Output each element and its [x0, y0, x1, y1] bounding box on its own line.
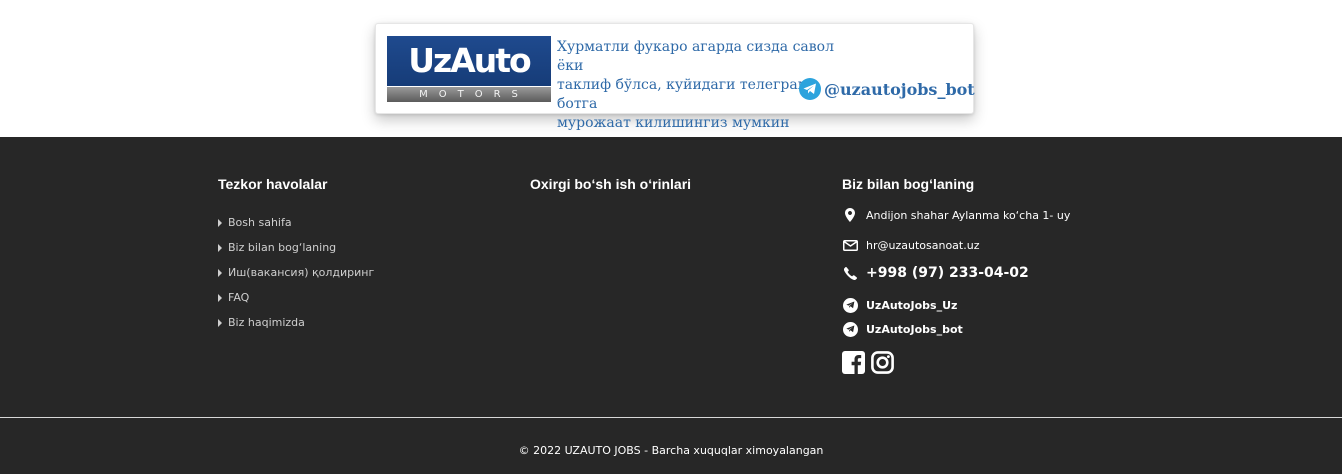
banner-message-line: Хурматли фукаро агарда сизда савол ёки	[557, 39, 834, 74]
latest-jobs-title: Oxirgi bo‘sh ish o‘rinlari	[530, 176, 692, 192]
quick-link-about[interactable]: Biz haqimizda	[218, 310, 498, 335]
banner-message-line: мурожаат килишингиз мумкин	[557, 115, 790, 131]
caret-right-icon	[218, 268, 222, 277]
quick-link-contact[interactable]: Biz bilan bog‘laning	[218, 235, 498, 260]
contact-phone[interactable]: +998 (97) 233-04-02	[842, 265, 1029, 281]
uzauto-motors-logo: UzAuto MOTORS	[387, 36, 551, 102]
caret-right-icon	[218, 318, 222, 327]
banner-telegram-handle-text: @uzautojobs_bot	[824, 79, 975, 99]
logo-sub-text: MOTORS	[387, 87, 551, 102]
quick-link-leave-vacancy[interactable]: Иш(вакансия) қолдиринг	[218, 260, 498, 285]
copyright-text: © 2022 UZAUTO JOBS - Barcha xuquqlar xim…	[518, 444, 824, 457]
contact-phone-text: +998 (97) 233-04-02	[866, 265, 1029, 281]
footer-divider	[0, 417, 1342, 418]
contact-telegram-bot[interactable]: UzAutoJobs_bot	[842, 321, 963, 337]
social-icons	[842, 351, 894, 378]
quick-link-label: Biz bilan bog‘laning	[228, 241, 337, 254]
map-marker-icon	[842, 207, 858, 223]
site-footer: Tezkor havolalar Bosh sahifa Biz bilan b…	[0, 137, 1342, 474]
footer-latest-jobs: Oxirgi bo‘sh ish o‘rinlari	[530, 176, 810, 192]
quick-link-faq[interactable]: FAQ	[218, 285, 498, 310]
facebook-icon[interactable]	[842, 351, 865, 378]
telegram-icon	[799, 78, 821, 100]
caret-right-icon	[218, 218, 222, 227]
quick-links-title: Tezkor havolalar	[218, 176, 328, 192]
quick-link-label: FAQ	[228, 291, 250, 304]
telegram-bot-banner[interactable]: UzAuto MOTORS Хурматли фукаро агарда сиз…	[375, 23, 975, 131]
quick-link-label: Иш(вакансия) қолдиринг	[228, 266, 375, 279]
banner-telegram-handle[interactable]: @uzautojobs_bot	[799, 77, 975, 101]
telegram-icon	[842, 297, 858, 313]
footer-contact: Biz bilan bog‘laning Andijon shahar Ayla…	[842, 176, 1132, 374]
contact-address: Andijon shahar Aylanma ko‘cha 1- uy	[842, 207, 1070, 223]
caret-right-icon	[218, 293, 222, 302]
contact-title: Biz bilan bog‘laning	[842, 176, 975, 192]
telegram-bot-text: UzAutoJobs_bot	[866, 322, 963, 336]
contact-telegram-channel[interactable]: UzAutoJobs_Uz	[842, 297, 957, 313]
quick-link-label: Bosh sahifa	[228, 216, 292, 229]
phone-icon	[842, 265, 858, 281]
quick-link-label: Biz haqimizda	[228, 316, 305, 329]
quick-link-home[interactable]: Bosh sahifa	[218, 210, 498, 235]
telegram-icon	[842, 321, 858, 337]
contact-email[interactable]: hr@uzautosanoat.uz	[842, 237, 979, 253]
contact-email-text: hr@uzautosanoat.uz	[866, 238, 980, 252]
caret-right-icon	[218, 243, 222, 252]
banner-area: UzAuto MOTORS Хурматли фукаро агарда сиз…	[0, 0, 1342, 137]
instagram-icon[interactable]	[871, 351, 894, 378]
envelope-icon	[842, 237, 858, 253]
logo-main-text: UzAuto	[387, 36, 551, 86]
telegram-channel-text: UzAutoJobs_Uz	[866, 298, 958, 312]
quick-links-list: Bosh sahifa Biz bilan bog‘laning Иш(вака…	[218, 210, 498, 335]
contact-address-text: Andijon shahar Aylanma ko‘cha 1- uy	[866, 208, 1071, 222]
footer-quick-links: Tezkor havolalar Bosh sahifa Biz bilan b…	[218, 176, 498, 335]
